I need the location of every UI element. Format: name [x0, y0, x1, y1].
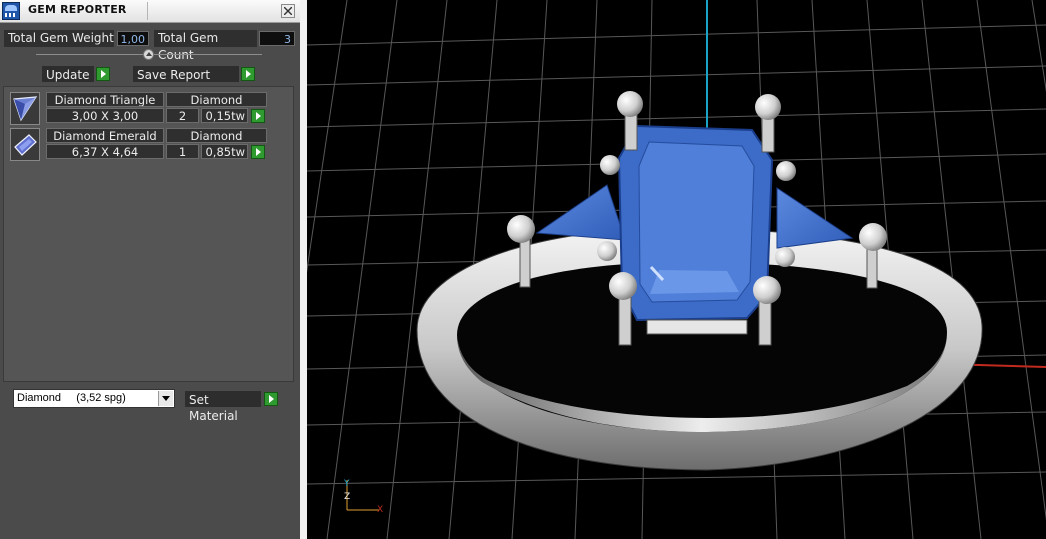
- update-button[interactable]: Update: [42, 66, 94, 82]
- save-report-go-icon[interactable]: [241, 67, 255, 81]
- gem-count: 2: [166, 108, 199, 123]
- gem-material: Diamond: [166, 128, 267, 143]
- set-material-go-icon[interactable]: [264, 392, 278, 406]
- gem-name: Diamond Triangle: [46, 92, 164, 107]
- viewport-canvas[interactable]: Y Z X: [307, 0, 1046, 539]
- side-triangle-gem-left: [535, 184, 626, 241]
- set-material-button[interactable]: Set Material: [185, 391, 261, 423]
- total-gem-weight-value: 1,00: [117, 31, 149, 46]
- gizmo-y-label: Y: [343, 479, 350, 489]
- collapse-toggle-icon[interactable]: [143, 49, 154, 60]
- 3d-viewport[interactable]: Y Z X: [307, 0, 1046, 539]
- gem-size: 6,37 X 4,64: [46, 144, 164, 159]
- gem-row-go-icon[interactable]: [251, 109, 265, 123]
- gem-reporter-app-icon: [2, 2, 20, 20]
- gem-reporter-panel: GEM REPORTER Total Gem Weight 1,00 Total…: [0, 0, 300, 539]
- material-select-value: Diamond (3,52 spg): [17, 392, 126, 404]
- side-triangle-gem-right: [776, 187, 854, 249]
- gizmo-z-label: Z: [344, 492, 350, 502]
- update-go-icon[interactable]: [96, 67, 110, 81]
- gem-material: Diamond: [166, 92, 267, 107]
- emerald-gem-icon: [10, 128, 40, 161]
- triangle-gem-icon: [10, 92, 40, 125]
- axis-gizmo: Y Z X: [343, 479, 383, 515]
- gallery-rail: [646, 319, 748, 335]
- gem-size: 3,00 X 3,00: [46, 108, 164, 123]
- save-report-button[interactable]: Save Report: [133, 66, 239, 82]
- close-icon: [284, 7, 292, 15]
- total-gem-weight-label: Total Gem Weight: [4, 30, 114, 47]
- title-separator: [147, 2, 148, 20]
- gem-weight: 0,15tw: [201, 108, 248, 123]
- close-button[interactable]: [281, 4, 295, 18]
- gem-weight: 0,85tw: [201, 144, 248, 159]
- center-emerald-gem: [617, 124, 774, 322]
- title-bar[interactable]: GEM REPORTER: [0, 0, 300, 23]
- chevron-down-icon[interactable]: [158, 391, 173, 406]
- total-gem-count-value: 3: [259, 31, 295, 46]
- window-title: GEM REPORTER: [28, 3, 127, 16]
- material-select[interactable]: Diamond (3,52 spg): [13, 389, 175, 408]
- total-gem-count-label: Total Gem Count: [154, 30, 257, 62]
- panel-divider[interactable]: [300, 0, 307, 539]
- gizmo-x-label: X: [377, 505, 383, 515]
- gem-count: 1: [166, 144, 199, 159]
- gem-row-go-icon[interactable]: [251, 145, 265, 159]
- gem-name: Diamond Emerald: [46, 128, 164, 143]
